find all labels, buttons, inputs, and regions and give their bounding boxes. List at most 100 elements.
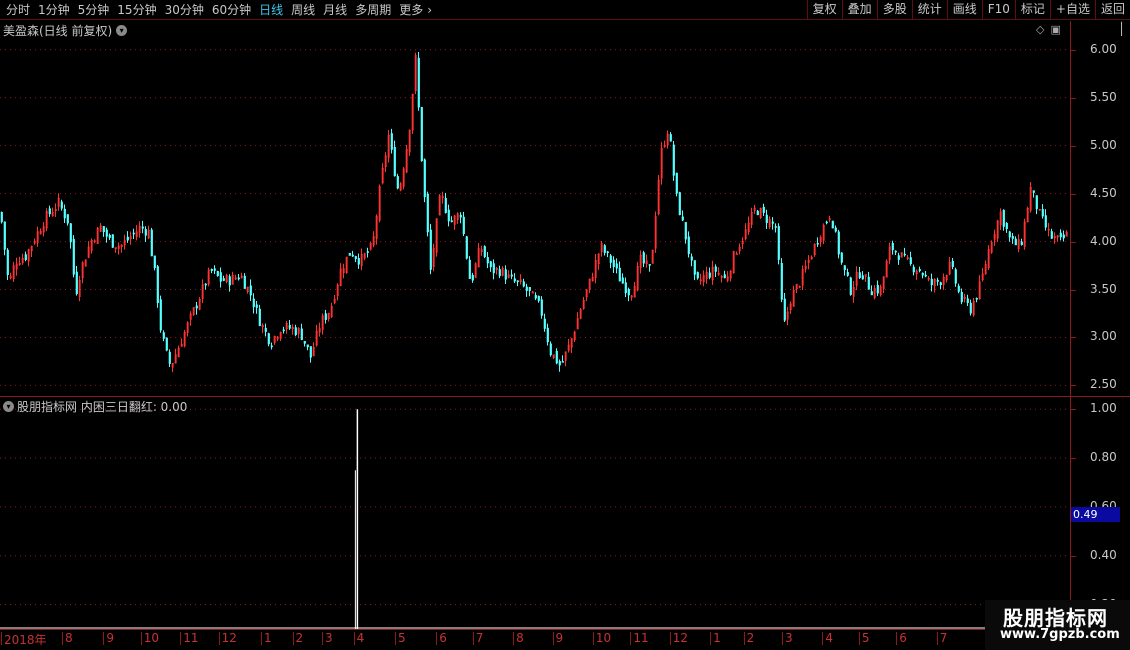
candle-body: [417, 57, 420, 108]
candle-body: [396, 176, 399, 189]
candle-body: [675, 172, 678, 194]
date-axis[interactable]: 2018年 8 9 10 11 12 1 2 3 4 5 6 7 8 9 10 11 12 1 2 3 4 5 6 7: [0, 629, 985, 647]
period-tab[interactable]: 周线: [287, 0, 319, 20]
y-tick-label: 0.40: [1090, 547, 1117, 562]
candle-body: [228, 276, 231, 286]
candle-body: [462, 216, 465, 235]
date-label: 11: [183, 631, 199, 645]
period-tab[interactable]: 60分钟: [208, 0, 255, 20]
candlestick-chart[interactable]: [0, 21, 1070, 395]
candle-body: [24, 254, 27, 261]
period-tab[interactable]: 多周期: [351, 0, 395, 20]
period-tabs: 分时 1分钟 5分钟 15分钟 30分钟 60分钟 日线 周线 月线 多周期 更多 ›: [0, 0, 436, 20]
candle-body: [693, 260, 696, 275]
candle-body: [510, 274, 513, 277]
candle-body: [1020, 241, 1023, 245]
date-separator: [743, 632, 745, 645]
period-tab[interactable]: 5分钟: [74, 0, 114, 20]
function-button[interactable]: 画线: [946, 0, 982, 20]
y-tick-label: 3.50: [1090, 281, 1117, 296]
candle-body: [783, 298, 786, 321]
candle-body: [492, 263, 495, 274]
date-separator: [858, 632, 860, 645]
candle-body: [672, 144, 675, 176]
function-button[interactable]: F10: [981, 0, 1015, 20]
candle-body: [108, 235, 111, 238]
date-separator: [62, 632, 63, 645]
candle-body: [6, 249, 9, 275]
candle-body: [714, 266, 717, 272]
candle-body: [309, 346, 312, 358]
date-label: 5: [861, 631, 870, 645]
period-tab[interactable]: 30分钟: [161, 0, 208, 20]
candle-body: [429, 229, 432, 270]
period-tab[interactable]: 月线: [319, 0, 351, 20]
candle-body: [546, 327, 549, 343]
candle-body: [303, 340, 306, 344]
candle-body: [612, 259, 615, 268]
candle-body: [621, 277, 624, 284]
date-separator: [782, 632, 784, 645]
candle-body: [282, 329, 285, 332]
candle-body: [111, 234, 114, 248]
period-tab[interactable]: 更多: [395, 0, 427, 20]
chevron-right-icon[interactable]: ›: [427, 0, 436, 20]
candle-body: [483, 246, 486, 258]
candle-body: [219, 272, 222, 282]
candle-body: [756, 210, 759, 216]
candle-body: [867, 276, 870, 290]
date-label: 7: [939, 631, 948, 645]
side-glyph: │: [1118, 22, 1126, 36]
date-separator: [353, 632, 355, 645]
candle-body: [1002, 209, 1005, 227]
function-button[interactable]: 复权: [806, 0, 842, 20]
date-label: 8: [516, 631, 524, 645]
period-tab[interactable]: 日线: [255, 0, 287, 20]
candle-body: [960, 291, 963, 303]
function-button[interactable]: 多股: [876, 0, 912, 20]
candle-body: [903, 253, 906, 256]
y-tick-label: 0.80: [1090, 450, 1117, 465]
candle-body: [618, 267, 621, 282]
y-tick-label: 1.00: [1090, 401, 1117, 416]
candle-body: [69, 223, 72, 243]
period-tab[interactable]: 1分钟: [34, 0, 74, 20]
function-button[interactable]: +自选: [1049, 0, 1095, 20]
current-value-badge: 0.49: [1071, 507, 1120, 522]
function-button[interactable]: 统计: [911, 0, 947, 20]
candle-body: [897, 255, 900, 260]
candle-body: [876, 284, 879, 294]
function-button[interactable]: 返回: [1094, 0, 1130, 20]
date-label: 2018年: [3, 633, 47, 647]
panel-toggle-icon[interactable]: ▣: [1050, 23, 1060, 36]
candle-body: [891, 243, 894, 251]
function-button[interactable]: 叠加: [841, 0, 877, 20]
candle-body: [642, 252, 645, 264]
date-separator: [472, 632, 474, 645]
date-separator: [822, 632, 824, 645]
indicator-chart[interactable]: [0, 397, 1070, 629]
candle-body: [213, 268, 216, 271]
candle-body: [894, 250, 897, 253]
period-tab[interactable]: 分时: [2, 0, 34, 20]
candle-body: [390, 133, 393, 150]
candle-body: [708, 272, 711, 278]
function-button[interactable]: 标记: [1014, 0, 1050, 20]
candle-body: [165, 337, 168, 351]
candle-body: [603, 245, 606, 253]
candle-body: [60, 201, 63, 209]
candle-body: [648, 264, 651, 266]
candle-body: [294, 327, 297, 336]
candle-body: [918, 269, 921, 272]
candle-body: [555, 350, 558, 364]
period-tab[interactable]: 15分钟: [113, 0, 160, 20]
candle-body: [426, 193, 429, 233]
chevron-down-icon[interactable]: ▾: [116, 24, 128, 36]
candle-body: [126, 236, 129, 241]
candle-body: [939, 282, 942, 285]
candle-body: [504, 269, 507, 280]
chevron-down-icon[interactable]: ▾: [3, 400, 14, 412]
date-separator: [436, 632, 438, 645]
date-label: 6: [899, 631, 907, 645]
diamond-icon[interactable]: ◇: [1036, 23, 1044, 36]
